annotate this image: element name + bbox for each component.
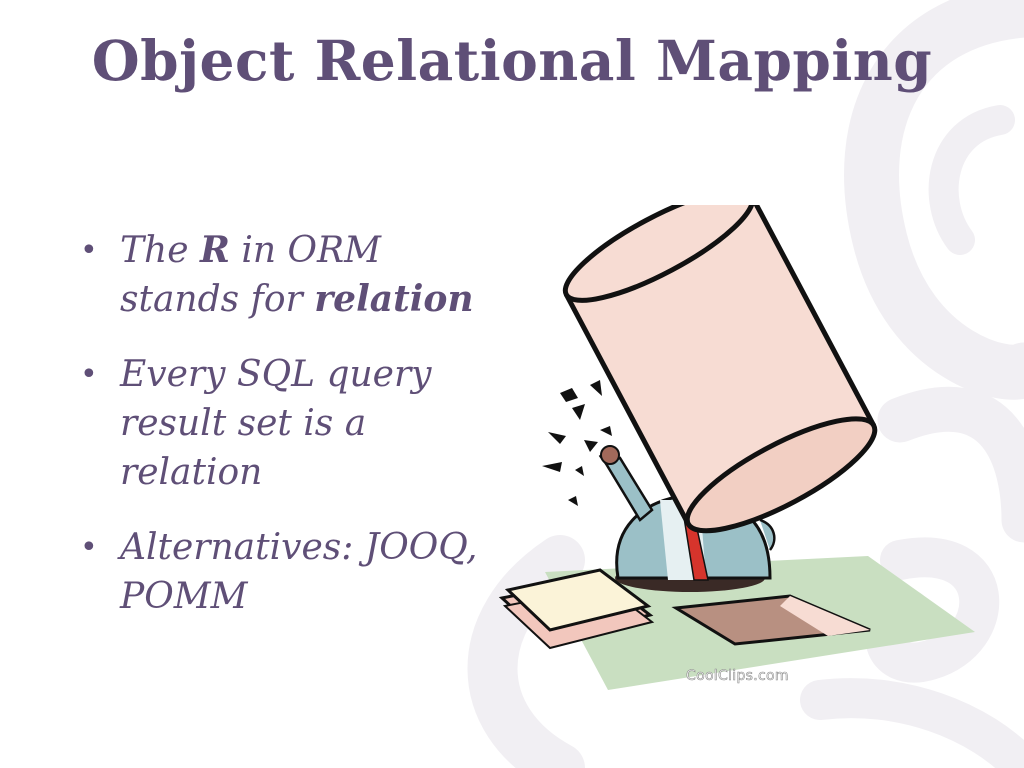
- bullet-item: • The R in ORM stands for relation: [78, 226, 478, 324]
- image-credit: CoolClips.com: [686, 668, 789, 685]
- bullet-emphasis-r: R: [199, 229, 230, 271]
- bullet-marker: •: [80, 233, 98, 268]
- bullet-marker: •: [80, 357, 98, 392]
- database-cylinder-icon: [562, 205, 878, 534]
- bullet-text: Alternatives: JOOQ, POMM: [120, 527, 478, 617]
- bullet-text-part: The: [120, 230, 200, 271]
- slide: Object Relational Mapping • The R in ORM…: [0, 0, 1024, 768]
- bullet-text: Every SQL query result set is a relation: [120, 354, 432, 493]
- bullet-list: • The R in ORM stands for relation • Eve…: [78, 226, 478, 647]
- bullet-emphasis-relation: relation: [314, 278, 474, 320]
- bullet-item: • Every SQL query result set is a relati…: [78, 350, 478, 497]
- debris-fragments: [542, 380, 612, 506]
- database-crushing-worker-illustration: [498, 205, 975, 690]
- bullet-marker: •: [80, 530, 98, 565]
- slide-title: Object Relational Mapping: [91, 28, 933, 93]
- bullet-item: • Alternatives: JOOQ, POMM: [78, 523, 478, 621]
